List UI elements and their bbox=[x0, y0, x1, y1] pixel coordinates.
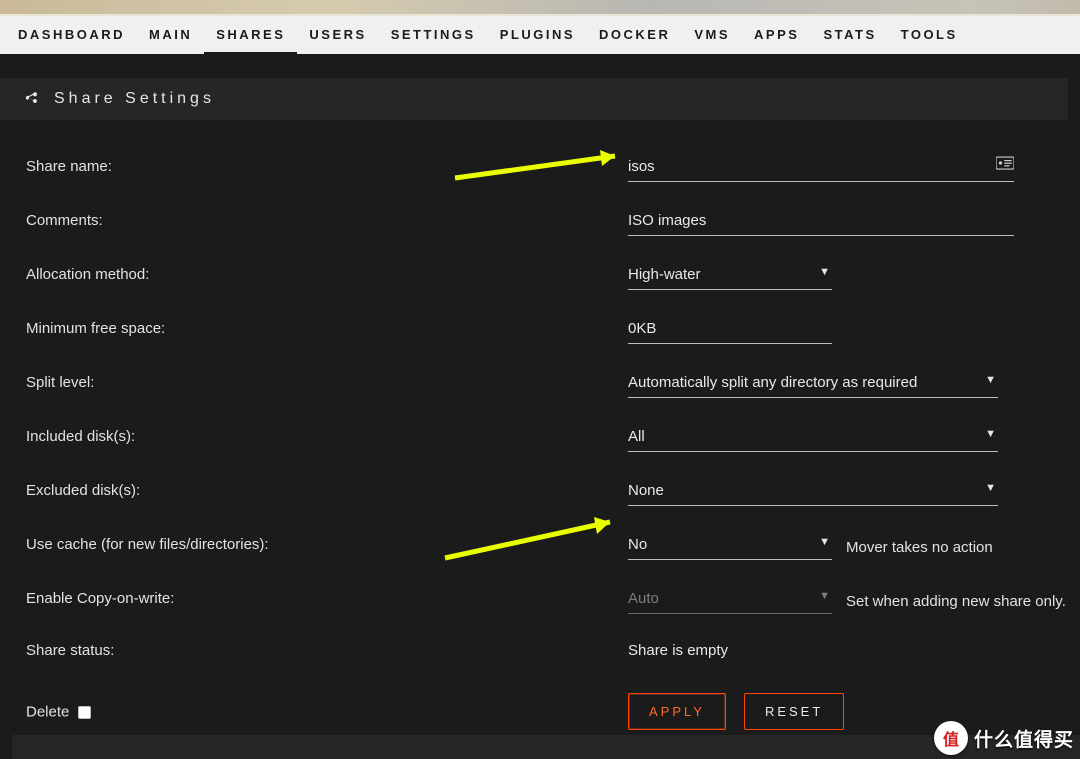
comments-input[interactable] bbox=[628, 210, 1014, 236]
nav-item-plugins[interactable]: PLUGINS bbox=[488, 16, 587, 54]
nav-label: SHARES bbox=[216, 27, 285, 42]
label-cow: Enable Copy-on-write: bbox=[26, 590, 628, 607]
nav-label: PLUGINS bbox=[500, 27, 575, 42]
share-settings-form: Share name: Comments: Allocation method: bbox=[0, 156, 1080, 730]
select-value: No bbox=[628, 536, 832, 553]
status-value: Share is empty bbox=[628, 642, 728, 659]
share-icon bbox=[22, 90, 40, 108]
chevron-down-icon: ▼ bbox=[819, 536, 830, 548]
cow-note: Set when adding new share only. bbox=[846, 593, 1066, 610]
nav-item-dashboard[interactable]: DASHBOARD bbox=[6, 16, 137, 54]
label-included-disks: Included disk(s): bbox=[26, 428, 628, 445]
select-value: None bbox=[628, 482, 998, 499]
delete-checkbox[interactable] bbox=[78, 706, 91, 719]
share-name-input[interactable] bbox=[628, 156, 1014, 182]
row-share-name: Share name: bbox=[26, 156, 1080, 182]
use-cache-note: Mover takes no action bbox=[846, 539, 993, 556]
nav-label: SETTINGS bbox=[391, 27, 476, 42]
label-comments: Comments: bbox=[26, 212, 628, 229]
label-excluded-disks: Excluded disk(s): bbox=[26, 482, 628, 499]
row-split-level: Split level: Automatically split any dir… bbox=[26, 372, 1080, 398]
delete-label-text: Delete bbox=[26, 703, 69, 720]
watermark-badge-text: 值 bbox=[943, 726, 959, 750]
split-level-select[interactable]: Automatically split any directory as req… bbox=[628, 372, 998, 398]
label-min-free: Minimum free space: bbox=[26, 320, 628, 337]
row-delete: Delete APPLY RESET bbox=[26, 687, 1080, 730]
row-status: Share status: Share is empty bbox=[26, 642, 1080, 659]
excluded-disks-select[interactable]: None ▼ bbox=[628, 480, 998, 506]
watermark-text: 什么值得买 bbox=[974, 725, 1074, 752]
watermark-badge-icon: 值 bbox=[934, 721, 968, 755]
page-content: Share Settings Share name: Comments: bbox=[0, 54, 1080, 730]
nav-label: STATS bbox=[823, 27, 876, 42]
min-free-input[interactable] bbox=[628, 318, 832, 344]
top-banner-image bbox=[0, 0, 1080, 16]
nav-label: VMS bbox=[694, 27, 730, 42]
row-allocation-method: Allocation method: High-water ▼ bbox=[26, 264, 1080, 290]
footer-strip bbox=[12, 735, 1080, 759]
nav-item-main[interactable]: MAIN bbox=[137, 16, 204, 54]
reset-button[interactable]: RESET bbox=[744, 693, 844, 730]
use-cache-select[interactable]: No ▼ bbox=[628, 534, 832, 560]
row-use-cache: Use cache (for new files/directories): N… bbox=[26, 534, 1080, 560]
button-label: RESET bbox=[765, 704, 823, 719]
nav-label: MAIN bbox=[149, 27, 192, 42]
row-excluded-disks: Excluded disk(s): None ▼ bbox=[26, 480, 1080, 506]
row-comments: Comments: bbox=[26, 210, 1080, 236]
nav-item-tools[interactable]: TOOLS bbox=[889, 16, 970, 54]
label-status: Share status: bbox=[26, 642, 628, 659]
section-title: Share Settings bbox=[54, 90, 215, 108]
nav-item-shares[interactable]: SHARES bbox=[204, 16, 297, 54]
nav-item-users[interactable]: USERS bbox=[297, 16, 378, 54]
select-value: Automatically split any directory as req… bbox=[628, 374, 998, 391]
row-included-disks: Included disk(s): All ▼ bbox=[26, 426, 1080, 452]
card-icon[interactable] bbox=[996, 156, 1014, 173]
watermark: 值 什么值得买 bbox=[934, 721, 1074, 755]
chevron-down-icon: ▼ bbox=[985, 428, 996, 440]
row-cow: Enable Copy-on-write: Auto ▼ Set when ad… bbox=[26, 588, 1080, 614]
nav-item-docker[interactable]: DOCKER bbox=[587, 16, 682, 54]
select-value: High-water bbox=[628, 266, 832, 283]
allocation-method-select[interactable]: High-water ▼ bbox=[628, 264, 832, 290]
chevron-down-icon: ▼ bbox=[985, 482, 996, 494]
nav-label: DOCKER bbox=[599, 27, 670, 42]
chevron-down-icon: ▼ bbox=[819, 590, 830, 602]
nav-label: DASHBOARD bbox=[18, 27, 125, 42]
nav-label: TOOLS bbox=[901, 27, 958, 42]
nav-item-apps[interactable]: APPS bbox=[742, 16, 811, 54]
cow-select: Auto ▼ bbox=[628, 588, 832, 614]
section-header: Share Settings bbox=[0, 78, 1068, 120]
nav-label: APPS bbox=[754, 27, 799, 42]
nav-label: USERS bbox=[309, 27, 366, 42]
nav-item-vms[interactable]: VMS bbox=[682, 16, 742, 54]
label-delete: Delete bbox=[26, 703, 628, 722]
chevron-down-icon: ▼ bbox=[985, 374, 996, 386]
nav-item-stats[interactable]: STATS bbox=[811, 16, 888, 54]
label-use-cache: Use cache (for new files/directories): bbox=[26, 536, 628, 553]
top-nav: DASHBOARD MAIN SHARES USERS SETTINGS PLU… bbox=[0, 16, 1080, 54]
apply-button[interactable]: APPLY bbox=[628, 693, 726, 730]
select-value: All bbox=[628, 428, 998, 445]
select-value: Auto bbox=[628, 590, 832, 607]
row-min-free: Minimum free space: bbox=[26, 318, 1080, 344]
nav-item-settings[interactable]: SETTINGS bbox=[379, 16, 488, 54]
button-label: APPLY bbox=[649, 704, 705, 719]
label-share-name: Share name: bbox=[26, 158, 628, 175]
included-disks-select[interactable]: All ▼ bbox=[628, 426, 998, 452]
label-split-level: Split level: bbox=[26, 374, 628, 391]
chevron-down-icon: ▼ bbox=[819, 266, 830, 278]
label-allocation-method: Allocation method: bbox=[26, 266, 628, 283]
